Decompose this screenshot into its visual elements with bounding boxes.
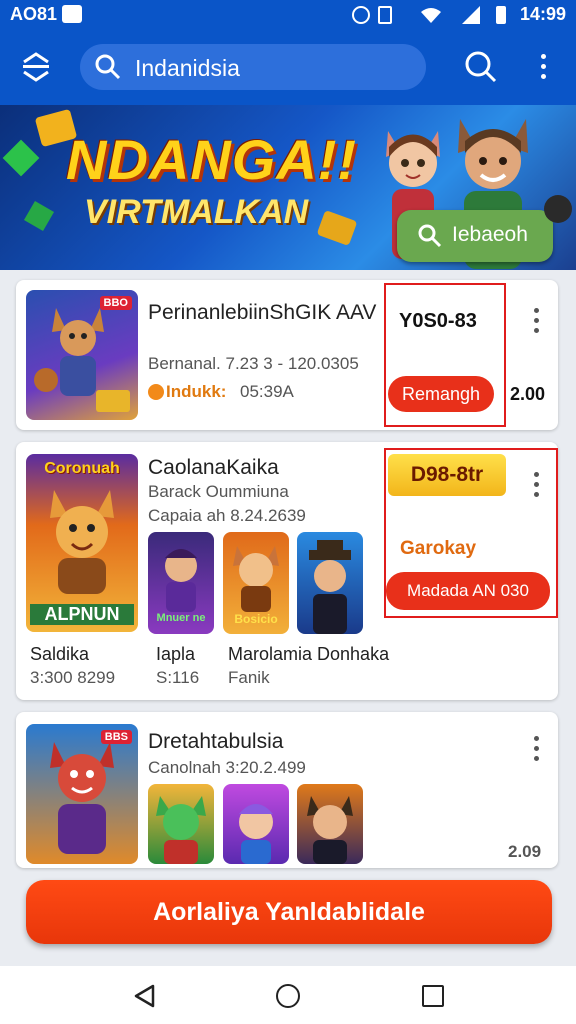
- more-options-icon[interactable]: [541, 54, 547, 84]
- game-label-value: S:116: [156, 668, 200, 687]
- mini-game-tile[interactable]: [297, 784, 363, 864]
- promo-banner[interactable]: NDANGA!! VIRTMALKAN Iebaeoh: [0, 105, 576, 270]
- game-title: Dretahtabulsia: [148, 730, 284, 753]
- signal-icon: [462, 6, 480, 24]
- notification-icon: [62, 5, 82, 23]
- card-more-icon[interactable]: [534, 308, 540, 338]
- game-card[interactable]: BBS Dretahtabulsia Canolnah 3:20.2.499 2…: [16, 712, 558, 868]
- game-label-value: Fanik: [228, 668, 270, 687]
- remangh-button[interactable]: Remangh: [388, 376, 494, 412]
- offer-status: Garokay: [400, 538, 477, 559]
- game-title: PerinanlebiinShGIK AAV: [148, 301, 377, 324]
- primary-cta-button[interactable]: Aorlaliya Yanldablidale: [26, 880, 552, 944]
- gold-block-decoration: [316, 209, 358, 247]
- menu-icon[interactable]: [20, 50, 52, 84]
- gem-decoration: [2, 139, 40, 177]
- home-icon[interactable]: [276, 984, 300, 1008]
- game-card[interactable]: Coronuah ALPNUN CaolanaKaika Barack Oumm…: [16, 442, 558, 700]
- search-button-icon[interactable]: [464, 50, 498, 89]
- game-label-value: 3:300 8299: [30, 668, 116, 687]
- mini-tile-label: Mnuer ne: [156, 612, 206, 624]
- game-label: Saldika: [30, 644, 90, 664]
- game-price: Y0S0-83: [399, 310, 477, 332]
- thumbnail-tag: BBS: [100, 730, 132, 744]
- mini-game-tile[interactable]: Mnuer ne: [148, 532, 214, 634]
- vibrate-icon: [378, 6, 392, 24]
- game-badge: Indukk:: [166, 382, 227, 401]
- search-query: Indanidsia: [135, 55, 240, 81]
- game-label: Iapla: [156, 644, 196, 664]
- side-value: 2.00: [510, 384, 546, 404]
- banner-button-label: Iebaeoh: [452, 223, 528, 246]
- mini-game-tile[interactable]: Bosicio: [223, 532, 289, 634]
- banner-title: NDANGA!!: [66, 128, 358, 191]
- game-card[interactable]: BBO PerinanlebiinShGIK AAV Bernanal. 7.2…: [16, 280, 558, 430]
- price-badge: D98-8tr: [388, 454, 506, 496]
- battery-icon: [496, 6, 506, 24]
- alarm-icon: [352, 6, 370, 24]
- side-value: 2.09: [508, 842, 542, 861]
- game-badge-value: 05:39A: [240, 382, 294, 401]
- thumbnail-top-label: Coronuah: [44, 460, 120, 477]
- thumbnail-tag: BBO: [99, 296, 132, 310]
- search-icon: [94, 53, 122, 86]
- status-bar: AO81 14:99: [0, 0, 576, 30]
- card-more-icon[interactable]: [534, 472, 540, 502]
- mini-game-tile[interactable]: [223, 784, 289, 864]
- game-subtitle: Barack Oummiuna: [148, 482, 289, 501]
- status-left-text: AO81: [10, 4, 58, 24]
- game-label: Marolamia Donhaka: [228, 644, 390, 664]
- card-more-icon[interactable]: [534, 736, 540, 766]
- gem-decoration: [23, 200, 55, 232]
- status-time: 14:99: [519, 4, 566, 24]
- game-thumbnail[interactable]: BBS: [26, 724, 138, 864]
- banner-corner-icon: [544, 195, 572, 223]
- thumbnail-bottom-label: ALPNUN: [30, 604, 134, 625]
- game-date: Capaia ah 8.24.2639: [148, 506, 306, 525]
- mini-game-tile[interactable]: [148, 784, 214, 864]
- game-title: CaolanaKaika: [148, 456, 279, 479]
- banner-search-button[interactable]: Iebaeoh: [397, 210, 553, 262]
- madada-button[interactable]: Madada AN 030: [386, 572, 550, 610]
- game-thumbnail[interactable]: BBO: [26, 290, 138, 420]
- mini-tile-label: Bosicio: [234, 612, 278, 626]
- game-subtitle: Bernanal. 7.23 3 - 120.0305: [148, 354, 359, 373]
- recents-icon[interactable]: [422, 985, 444, 1007]
- game-date: Canolnah 3:20.2.499: [148, 758, 306, 777]
- mini-game-tile[interactable]: [297, 532, 363, 634]
- badge-coin-icon: [148, 384, 164, 400]
- navigation-bar: [0, 966, 576, 1024]
- banner-subtitle: VIRTMALKAN: [84, 193, 309, 231]
- game-thumbnail-main[interactable]: Coronuah ALPNUN: [26, 454, 138, 632]
- search-input[interactable]: Indanidsia: [80, 44, 426, 90]
- search-icon: [417, 223, 443, 255]
- back-icon[interactable]: [133, 984, 155, 1013]
- app-bar: Indanidsia: [0, 30, 576, 105]
- wifi-icon: [420, 6, 441, 24]
